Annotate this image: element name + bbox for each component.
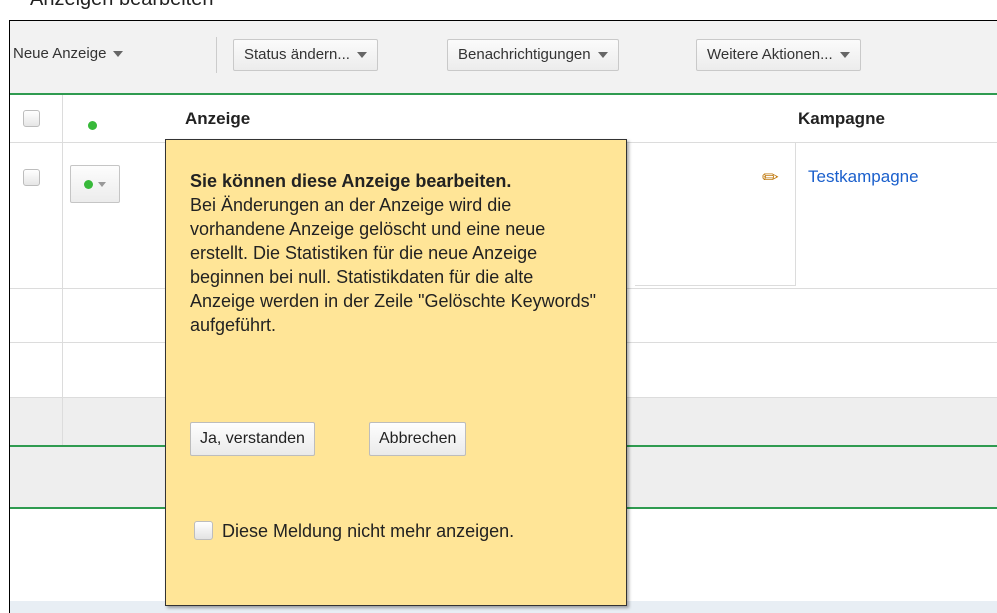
chevron-down-icon xyxy=(597,52,608,59)
cancel-button[interactable]: Abbrechen xyxy=(369,422,467,456)
tooltip-title: Sie können diese Anzeige bearbeiten. xyxy=(190,171,512,191)
tooltip-body: Bei Änderungen an der Anzeige wird die v… xyxy=(190,195,596,335)
column-divider xyxy=(62,289,63,343)
column-divider xyxy=(62,143,63,289)
notifications-button[interactable]: Benachrichtigungen xyxy=(447,39,619,71)
table-header-row: Anzeige Kampagne xyxy=(10,95,997,143)
column-divider xyxy=(62,95,63,143)
chevron-down-icon xyxy=(98,182,106,187)
column-divider xyxy=(62,398,63,447)
row-checkbox[interactable] xyxy=(23,169,40,186)
new-ad-button[interactable]: Neue Anzeige xyxy=(13,39,133,71)
toolbar-divider xyxy=(216,37,217,73)
toolbar: Neue Anzeige Status ändern... Benachrich… xyxy=(10,21,997,95)
more-actions-button[interactable]: Weitere Aktionen... xyxy=(696,39,861,71)
select-all-checkbox[interactable] xyxy=(23,110,40,127)
chevron-down-icon xyxy=(839,52,850,59)
change-status-label: Status ändern... xyxy=(244,46,350,63)
pencil-icon[interactable]: ✏ xyxy=(762,165,779,190)
page-title-fragment: Anzeigen bearbeiten xyxy=(0,0,997,20)
status-dot-icon xyxy=(88,121,97,130)
chevron-down-icon xyxy=(113,51,124,58)
status-dot-icon xyxy=(84,180,93,189)
new-ad-label: Neue Anzeige xyxy=(13,45,107,62)
dont-show-again-label[interactable]: Diese Meldung nicht mehr anzeigen. xyxy=(194,517,574,545)
change-status-button[interactable]: Status ändern... xyxy=(233,39,378,71)
edit-ad-info-tooltip: Sie können diese Anzeige bearbeiten. Bei… xyxy=(165,139,627,606)
campaign-column-header[interactable]: Kampagne xyxy=(798,109,885,129)
more-actions-label: Weitere Aktionen... xyxy=(707,46,833,63)
column-divider xyxy=(62,343,63,398)
notifications-label: Benachrichtigungen xyxy=(458,46,591,63)
chevron-down-icon xyxy=(356,52,367,59)
campaign-link[interactable]: Testkampagne xyxy=(808,167,919,187)
status-dropdown-button[interactable] xyxy=(70,165,120,203)
ads-panel: Neue Anzeige Status ändern... Benachrich… xyxy=(9,20,997,613)
ad-column-header[interactable]: Anzeige xyxy=(185,109,250,129)
confirm-button[interactable]: Ja, verstanden xyxy=(190,422,315,456)
